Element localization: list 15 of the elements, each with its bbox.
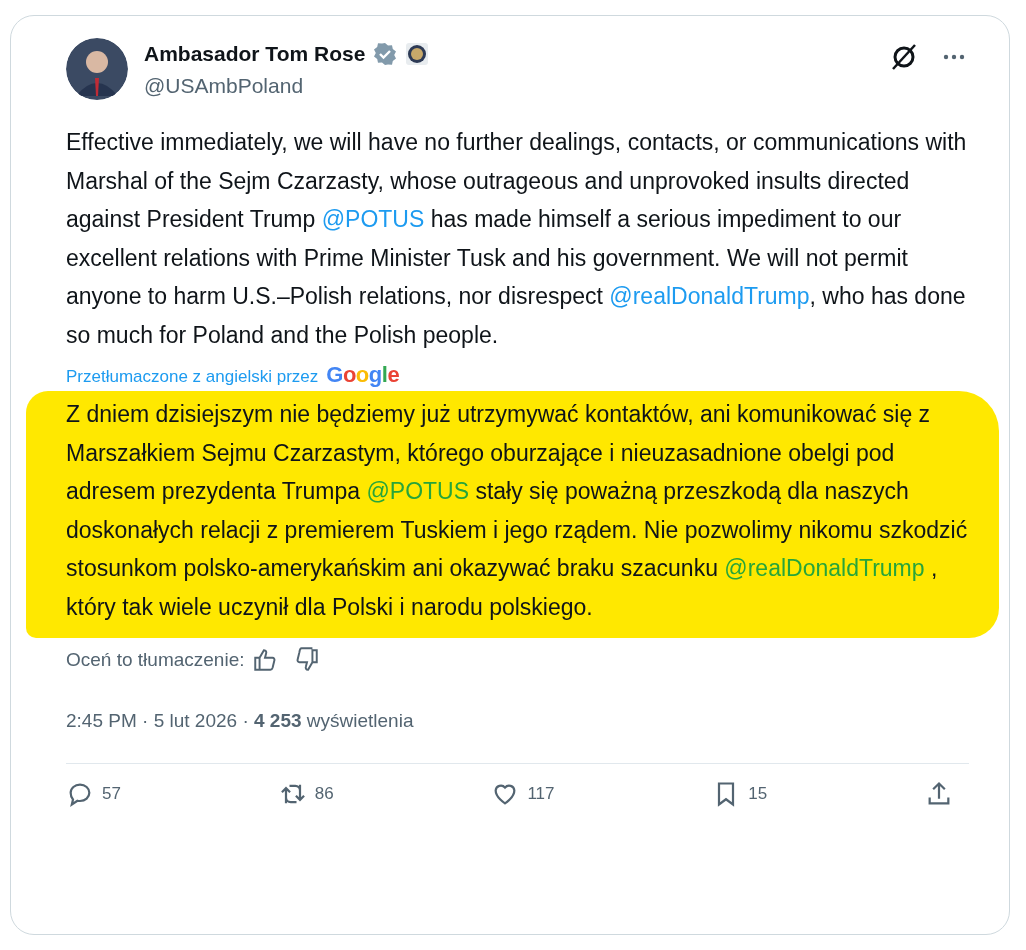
rate-translation-label: Oceń to tłumaczenie: [66,648,245,672]
repost-button[interactable]: 86 [278,780,334,808]
author-name[interactable]: Ambasador Tom Rose [144,38,366,70]
reply-button[interactable]: 57 [66,780,121,808]
seal-icon [405,41,430,66]
thumbs-down-icon[interactable] [294,647,321,674]
google-logo[interactable]: Google [326,358,400,391]
post-meta: 2:45 PM · 5 lut 2026 · 4 253 wyświetlenia [66,708,415,733]
author-handle[interactable]: @USAmbPoland [144,69,889,101]
translation-note: Przetłumaczone z angielski przez [66,366,319,388]
translated-text: Z dniem dzisiejszym nie będziemy już utrzymywać kontaktów, ani komunikować się z Marszałkiem Sejmu Czarzastym, którego oburzające i nieuzasadnione obelgi pod adresem prezydenta Trumpa @POTUS stały się poważną przeszkodą dla naszych doskonałych relacji z premierem Tuskiem i jego rządem. Nie pozwolimy nikomu szkodzić stosunkom polsko-amerykańskim ani okazywać braku szacunku @realDonaldTrump , który tak wiele uczynił dla Polski i narodu polskiego. [66,400,969,622]
avatar[interactable] [66,38,128,100]
like-button[interactable]: 117 [491,780,555,808]
post-text: Effective immediately, we will have no further dealings, contacts, or communications with Marshal of the Sejm Czarzasty, whose outrageous and unprovoked insults directed against President Trump @POTUS has made himself a serious impediment to our excellent relations with Prime Minister Tusk and his government. We will not permit anyone to harm U.S.–Polish relations, nor disrespect @realDonaldTrump, who has done so much for Poland and the Polish people. [66,128,968,350]
bookmark-button[interactable]: 15 [712,780,768,808]
